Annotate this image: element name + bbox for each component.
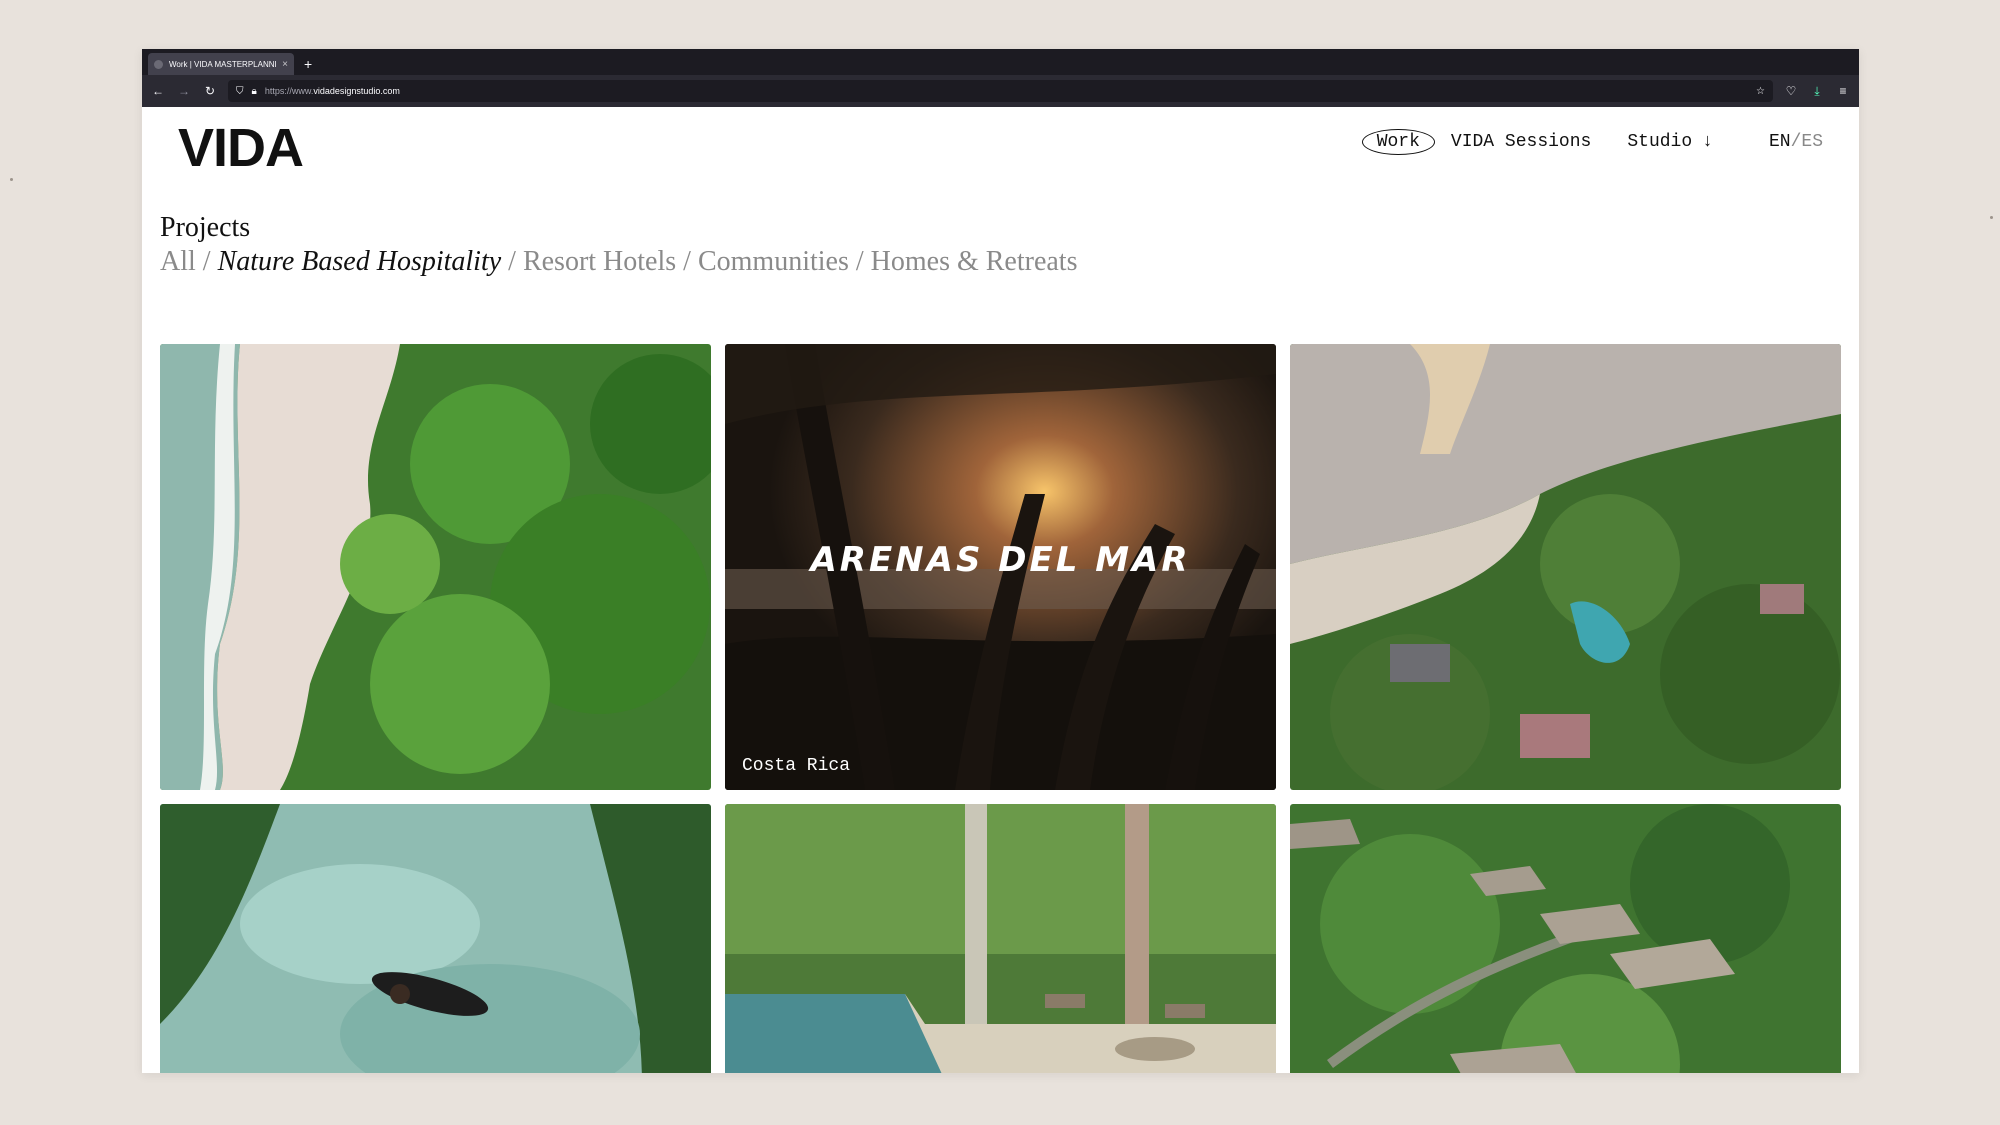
address-bar[interactable]: ⛉ 🔒︎ https://www.vidadesignstudio.com ☆ — [228, 80, 1773, 102]
arrow-down-icon: ↓ — [1702, 132, 1713, 152]
project-card[interactable] — [1290, 344, 1841, 790]
main-nav: Work VIDA Sessions Studio ↓ EN / ES — [1361, 129, 1823, 155]
filter-homes-retreats[interactable]: Homes & Retreats — [871, 246, 1078, 277]
nav-studio-link[interactable]: Studio ↓ — [1627, 132, 1713, 152]
project-card[interactable] — [160, 804, 711, 1073]
filter-separator: / — [195, 246, 218, 277]
project-card-arenas-del-mar[interactable]: ARENAS DEL MAR Costa Rica — [725, 344, 1276, 790]
lang-en-link[interactable]: EN — [1769, 132, 1791, 152]
filter-all[interactable]: All — [160, 246, 196, 277]
filter-resort-hotels[interactable]: Resort Hotels — [523, 246, 676, 277]
filter-separator: / — [676, 246, 698, 277]
project-card[interactable] — [1290, 804, 1841, 1073]
shield-icon[interactable]: ⛉ — [236, 86, 244, 97]
navigation-toolbar: ← → ↻ ⛉ 🔒︎ https://www.vidadesignstudio.… — [142, 75, 1859, 107]
page-title: Projects — [160, 212, 251, 243]
project-title: ARENAS DEL MAR — [810, 540, 1191, 580]
project-grid: ARENAS DEL MAR Costa Rica — [160, 344, 1841, 1073]
lock-icon[interactable]: 🔒︎ — [252, 86, 257, 97]
tab-strip: Work | VIDA MASTERPLANNING × + — [142, 49, 1859, 75]
download-icon[interactable]: ⤓ — [1809, 84, 1825, 99]
pocket-icon[interactable]: ♡ — [1783, 84, 1799, 98]
language-switcher: EN / ES — [1769, 132, 1823, 152]
forward-arrow-icon[interactable]: → — [176, 84, 192, 98]
nav-work-link[interactable]: Work — [1361, 129, 1435, 155]
browser-tab[interactable]: Work | VIDA MASTERPLANNING × — [148, 53, 294, 75]
back-arrow-icon[interactable]: ← — [150, 84, 166, 98]
browser-window: Work | VIDA MASTERPLANNING × + ← → ↻ ⛉ 🔒… — [142, 49, 1859, 1073]
project-card[interactable] — [725, 804, 1276, 1073]
favicon-icon — [154, 59, 163, 69]
tab-title: Work | VIDA MASTERPLANNING — [169, 59, 277, 69]
nav-vida-sessions-link[interactable]: VIDA Sessions — [1451, 132, 1591, 152]
projects-section-header: Projects All / Nature Based Hospitality … — [160, 211, 1077, 279]
project-image-beach — [160, 344, 711, 790]
backdrop-speck — [1990, 216, 1993, 219]
nav-studio-label: Studio — [1627, 132, 1693, 152]
menu-icon[interactable]: ≡ — [1835, 84, 1851, 98]
project-image-jungle-pool — [725, 804, 1276, 1073]
project-image-coastal-resort — [1290, 344, 1841, 790]
lang-separator: / — [1790, 132, 1802, 152]
web-page: VIDA Work VIDA Sessions Studio ↓ EN / ES… — [142, 107, 1859, 1073]
project-location: Costa Rica — [742, 756, 851, 776]
filter-separator: / — [848, 246, 871, 277]
project-image-swimmer — [160, 804, 711, 1073]
filter-nature-based-hospitality[interactable]: Nature Based Hospitality — [218, 246, 502, 277]
lang-es-link[interactable]: ES — [1801, 132, 1823, 152]
new-tab-button[interactable]: + — [304, 56, 312, 72]
close-tab-icon[interactable]: × — [282, 59, 288, 70]
project-image-tented-villas — [1290, 804, 1841, 1073]
reload-icon[interactable]: ↻ — [202, 84, 218, 98]
category-filters: All / Nature Based Hospitality / Resort … — [160, 245, 1077, 279]
site-header: VIDA Work VIDA Sessions Studio ↓ EN / ES — [160, 107, 1841, 191]
site-logo[interactable]: VIDA — [178, 117, 304, 179]
project-card[interactable] — [160, 344, 711, 790]
bookmark-star-icon[interactable]: ☆ — [1756, 86, 1765, 97]
filter-separator: / — [501, 246, 523, 277]
backdrop-speck — [10, 178, 13, 181]
url-text[interactable]: https://www.vidadesignstudio.com — [265, 86, 1748, 96]
filter-communities[interactable]: Communities — [698, 246, 849, 277]
